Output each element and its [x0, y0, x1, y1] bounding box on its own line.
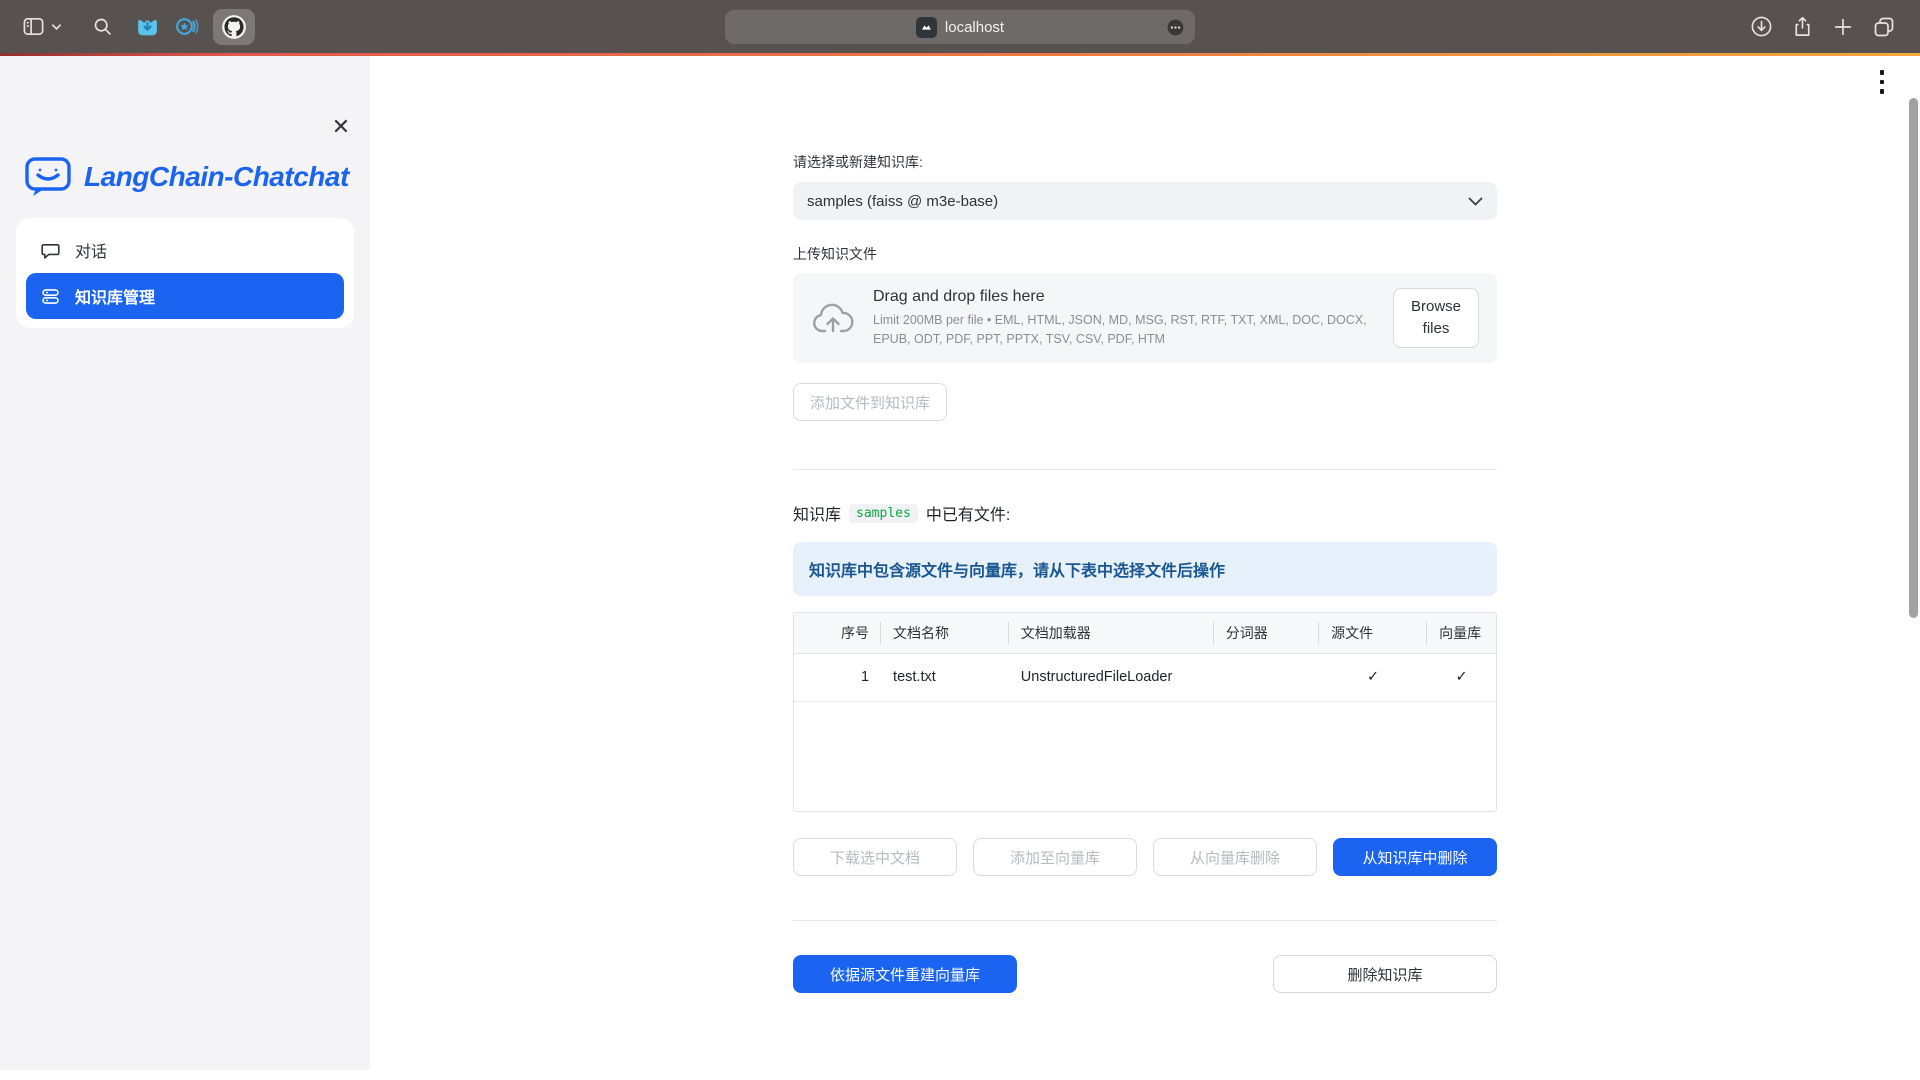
download-selected-button[interactable]: 下载选中文档: [793, 838, 957, 876]
extension-cat-download-icon[interactable]: [135, 14, 160, 39]
logo-text: LangChain-Chatchat: [84, 161, 349, 193]
extension-github-button[interactable]: [213, 9, 255, 45]
divider: [793, 469, 1497, 470]
rebuild-vectorstore-button[interactable]: 依据源文件重建向量库: [793, 955, 1017, 993]
upload-label: 上传知识文件: [793, 244, 1497, 264]
sidebar-bottom-strip: [0, 1070, 370, 1080]
kb-heading-prefix: 知识库: [793, 501, 841, 525]
info-banner: 知识库中包含源文件与向量库，请从下表中选择文件后操作: [793, 542, 1497, 596]
dropzone-limit-text: Limit 200MB per file • EML, HTML, JSON, …: [873, 311, 1375, 347]
sidebar-item-chat[interactable]: 对话: [26, 227, 344, 273]
sidebar-item-kb-management[interactable]: 知识库管理: [26, 273, 344, 319]
table-cell: test.txt: [881, 653, 1009, 701]
table-cell: [1214, 653, 1319, 701]
table-cell: ✓: [1319, 653, 1427, 701]
kb-heading-suffix: 中已有文件:: [926, 501, 1010, 525]
browser-toolbar: localhost: [0, 0, 1920, 53]
sidebar-item-label: 对话: [75, 238, 107, 262]
screen: localhost: [0, 0, 1920, 1080]
table-header[interactable]: 文档名称: [881, 613, 1009, 653]
addressbar-more-icon[interactable]: [1166, 18, 1185, 37]
kb-files-heading: 知识库 samples 中已有文件:: [793, 501, 1497, 525]
kb-selectbox[interactable]: samples (faiss @ m3e-base): [793, 182, 1497, 220]
dropzone-title: Drag and drop files here: [873, 288, 1375, 306]
file-dropzone[interactable]: Drag and drop files here Limit 200MB per…: [793, 273, 1497, 363]
stack-icon: [40, 286, 61, 307]
sidebar-item-label: 知识库管理: [75, 284, 155, 308]
table-row[interactable]: 1test.txtUnstructuredFileLoader ✓✓: [794, 653, 1496, 701]
kb-select-label: 请选择或新建知识库:: [793, 152, 1497, 172]
cloud-upload-icon: [811, 302, 855, 335]
table-header[interactable]: 序号: [794, 613, 881, 653]
sidebar-toggle-icon[interactable]: [22, 15, 45, 38]
share-icon[interactable]: [1791, 15, 1814, 38]
remove-from-vectorstore-button[interactable]: 从向量库删除: [1153, 838, 1317, 876]
app-logo: LangChain-Chatchat: [24, 156, 349, 198]
add-to-vectorstore-button[interactable]: 添加至向量库: [973, 838, 1137, 876]
app-menu-kebab-icon[interactable]: [1872, 62, 1892, 102]
github-icon: [221, 14, 247, 40]
table-header[interactable]: 向量库: [1427, 613, 1496, 653]
chevron-down-icon: [1468, 197, 1483, 206]
site-favicon: [916, 17, 937, 38]
table-cell: UnstructuredFileLoader: [1009, 653, 1214, 701]
address-bar[interactable]: localhost: [725, 10, 1195, 44]
delete-kb-button[interactable]: 删除知识库: [1273, 955, 1497, 993]
url-text: localhost: [945, 19, 1004, 36]
content-column: 请选择或新建知识库: samples (faiss @ m3e-base) 上传…: [793, 152, 1497, 993]
table-cell: 1: [794, 653, 881, 701]
table-header[interactable]: 分词器: [1214, 613, 1319, 653]
kb-files-table[interactable]: 序号文档名称文档加载器分词器源文件向量库 1test.txtUnstructur…: [793, 612, 1497, 812]
extension-broadcast-star-icon[interactable]: [174, 14, 199, 39]
sidebar-toggle-chevron-icon[interactable]: [51, 23, 62, 31]
file-actions-row: 下载选中文档添加至向量库从向量库删除从知识库中删除: [793, 838, 1497, 876]
main-area: 请选择或新建知识库: samples (faiss @ m3e-base) 上传…: [370, 56, 1920, 1080]
table-header[interactable]: 源文件: [1319, 613, 1427, 653]
divider: [793, 920, 1497, 921]
logo-chat-icon: [24, 156, 72, 198]
new-tab-icon[interactable]: [1832, 16, 1854, 38]
sidebar-menu: 对话知识库管理: [16, 218, 354, 328]
tab-overview-icon[interactable]: [1872, 15, 1896, 39]
kb-selected-value: samples (faiss @ m3e-base): [807, 193, 1468, 210]
sidebar-close-icon[interactable]: ✕: [326, 112, 356, 142]
kb-bottom-actions: 依据源文件重建向量库 删除知识库: [793, 955, 1497, 993]
downloads-icon[interactable]: [1750, 15, 1773, 38]
table-header[interactable]: 文档加载器: [1009, 613, 1214, 653]
delete-from-kb-button[interactable]: 从知识库中删除: [1333, 838, 1497, 876]
table-cell: ✓: [1427, 653, 1496, 701]
search-icon[interactable]: [92, 16, 113, 37]
browse-files-button[interactable]: Browse files: [1393, 288, 1479, 348]
page-scrollbar[interactable]: [1909, 98, 1918, 618]
chat-bubble-icon: [40, 240, 61, 261]
sidebar: ✕ LangChain-Chatchat 对话知识库管理: [0, 56, 370, 1080]
add-files-to-kb-button[interactable]: 添加文件到知识库: [793, 383, 947, 421]
kb-name-code: samples: [849, 504, 918, 523]
